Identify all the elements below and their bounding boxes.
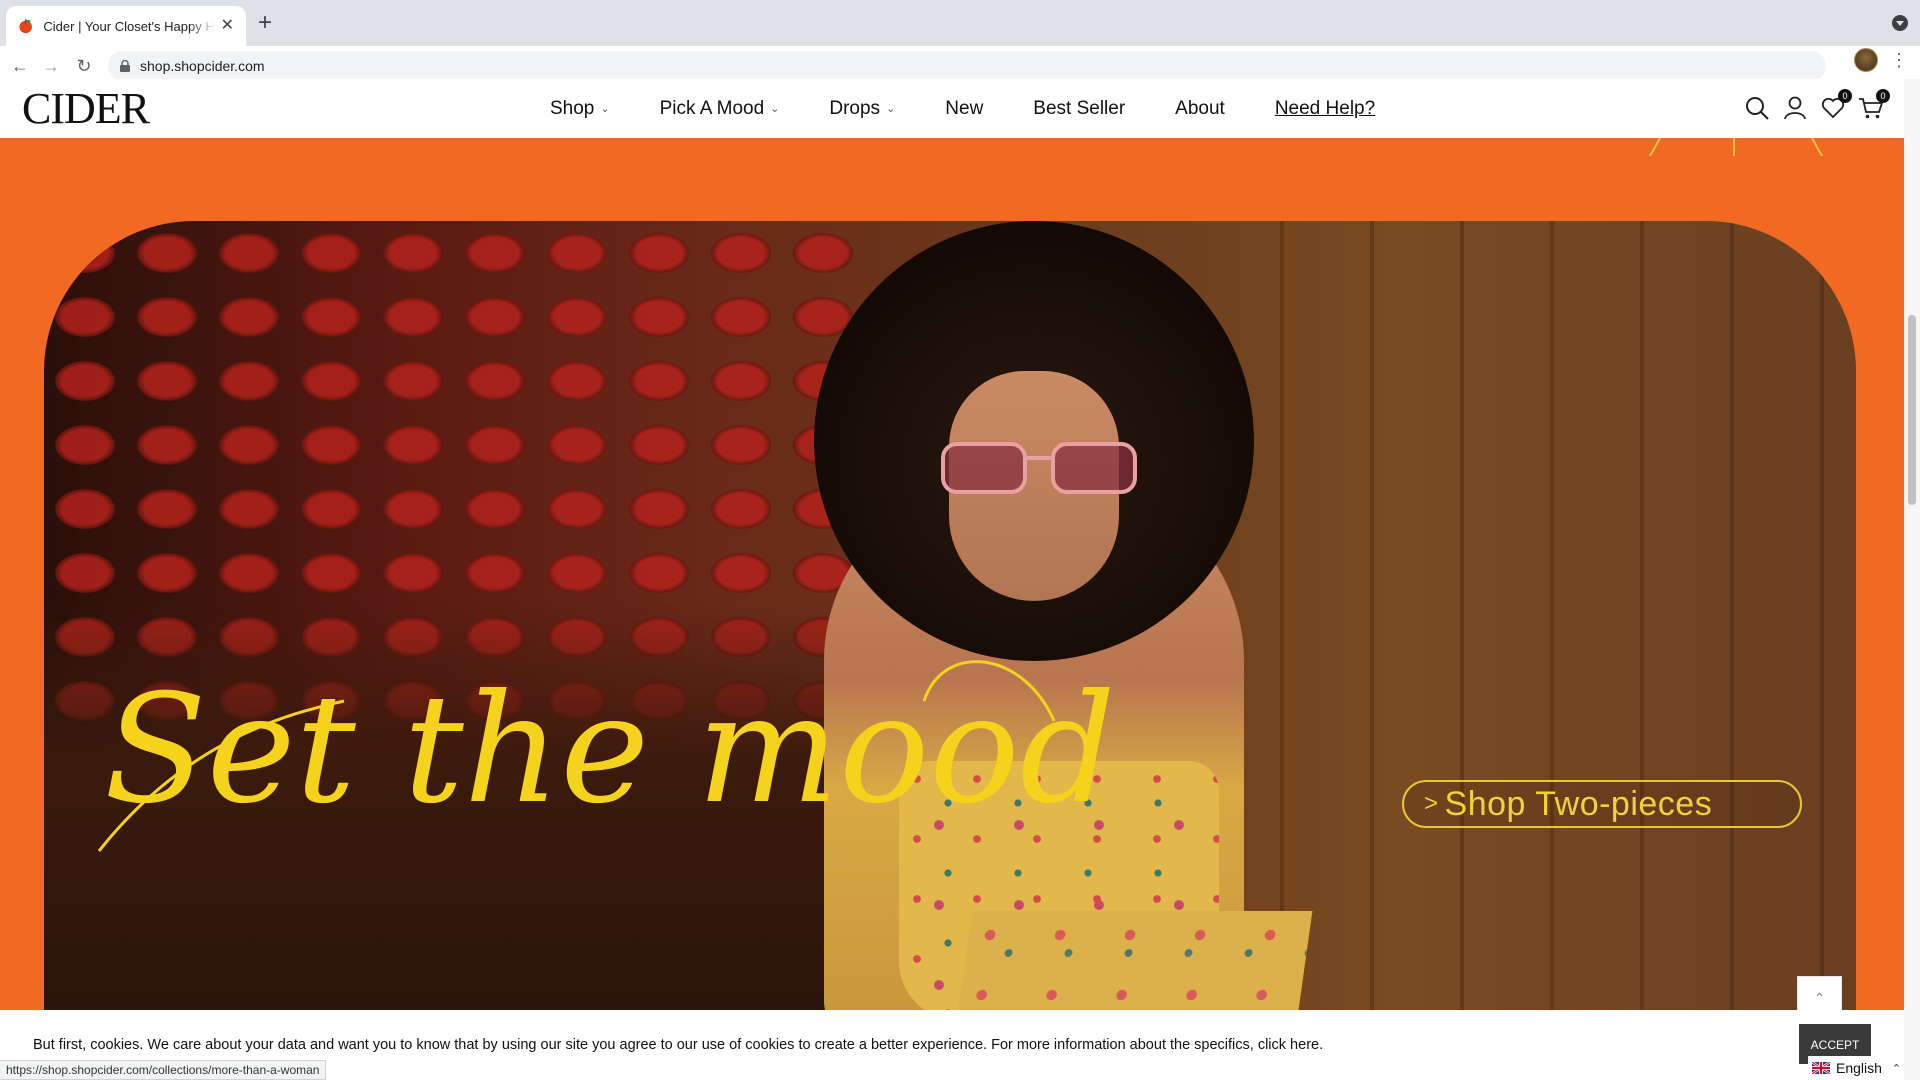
scrollbar-thumb[interactable] — [1908, 315, 1916, 505]
shop-two-pieces-button[interactable]: > Shop Two-pieces — [1402, 780, 1802, 828]
chevron-down-icon: ⌄ — [600, 103, 610, 115]
url-text[interactable]: shop.shopcider.com — [140, 58, 265, 74]
tab-title: Cider | Your Closet's Happy Ho — [43, 18, 215, 34]
search-icon[interactable] — [1744, 95, 1770, 121]
tab-search-icon[interactable] — [1892, 15, 1908, 31]
cart-count-badge: 0 — [1876, 89, 1890, 103]
headline-text: Set the mood — [104, 663, 1116, 837]
lock-icon — [120, 60, 130, 72]
cta-arrow-icon: > — [1424, 790, 1439, 817]
uk-flag-icon — [1812, 1062, 1830, 1074]
wishlist-button[interactable]: 0 — [1820, 89, 1852, 121]
nav-pick-a-mood-label: Pick A Mood — [659, 97, 765, 119]
nav-shop-label: Shop — [550, 97, 595, 119]
chevron-up-icon: ⌃ — [1891, 1062, 1902, 1075]
nav-drops-label: Drops — [829, 97, 881, 119]
nav-drops[interactable]: Drops ⌄ — [829, 98, 895, 120]
cta-label: Shop Two-pieces — [1444, 784, 1713, 823]
floral-skirt — [955, 911, 1313, 1010]
hero-banner: Set the mood > Shop Two-pieces — [0, 138, 1904, 1010]
sunburst-decoration — [1649, 138, 1823, 157]
cider-logo[interactable]: CIDER — [22, 85, 150, 133]
chevron-up-icon: ⌃ — [1813, 990, 1826, 1006]
address-bar[interactable]: shop.shopcider.com ☆ — [108, 51, 1826, 81]
reload-icon[interactable]: ↻ — [74, 56, 94, 76]
new-tab-button[interactable]: + — [258, 11, 272, 35]
main-navigation: Shop ⌄ Pick A Mood ⌄ Drops ⌄ New Best Se… — [550, 79, 1425, 138]
browser-menu-icon[interactable]: ⋮ — [1890, 48, 1908, 72]
site-header: CIDER Shop ⌄ Pick A Mood ⌄ Drops ⌄ New B… — [0, 79, 1904, 138]
apple-favicon-icon — [19, 19, 32, 34]
nav-shop[interactable]: Shop ⌄ — [550, 98, 610, 120]
language-selector[interactable]: English ⌃ — [1808, 1056, 1904, 1080]
nav-best-seller[interactable]: Best Seller — [1033, 98, 1125, 120]
nav-about[interactable]: About — [1175, 98, 1225, 120]
profile-avatar[interactable] — [1854, 48, 1878, 72]
nav-new[interactable]: New — [945, 98, 983, 120]
cookie-message[interactable]: But first, cookies. We care about your d… — [33, 1037, 1323, 1053]
browser-tab[interactable]: Cider | Your Closet's Happy Ho ✕ — [6, 6, 246, 46]
chevron-down-icon: ⌄ — [770, 103, 780, 115]
account-icon[interactable] — [1782, 95, 1808, 121]
nav-pick-a-mood[interactable]: Pick A Mood ⌄ — [660, 98, 780, 120]
wood-panel-wall — [1194, 221, 1856, 1010]
nav-need-help[interactable]: Need Help? — [1275, 98, 1375, 120]
sunglasses-icon — [941, 442, 1137, 494]
wishlist-count-badge: 0 — [1838, 89, 1852, 103]
forward-arrow-icon[interactable]: → — [41, 56, 61, 76]
cart-button[interactable]: 0 — [1858, 89, 1890, 121]
language-label: English — [1836, 1060, 1882, 1076]
set-the-mood-headline: Set the mood — [97, 660, 1116, 852]
chevron-down-icon: ⌄ — [886, 103, 896, 115]
back-arrow-icon[interactable]: ← — [10, 56, 30, 76]
browser-tab-strip: Cider | Your Closet's Happy Ho ✕ + — [0, 0, 1920, 46]
status-bar-url: https://shop.shopcider.com/collections/m… — [0, 1060, 327, 1080]
page-scrollbar[interactable] — [1904, 79, 1920, 1080]
hero-photo-model-two-piece[interactable]: Set the mood > Shop Two-pieces — [44, 221, 1856, 1010]
tab-close-icon[interactable]: ✕ — [221, 18, 234, 34]
